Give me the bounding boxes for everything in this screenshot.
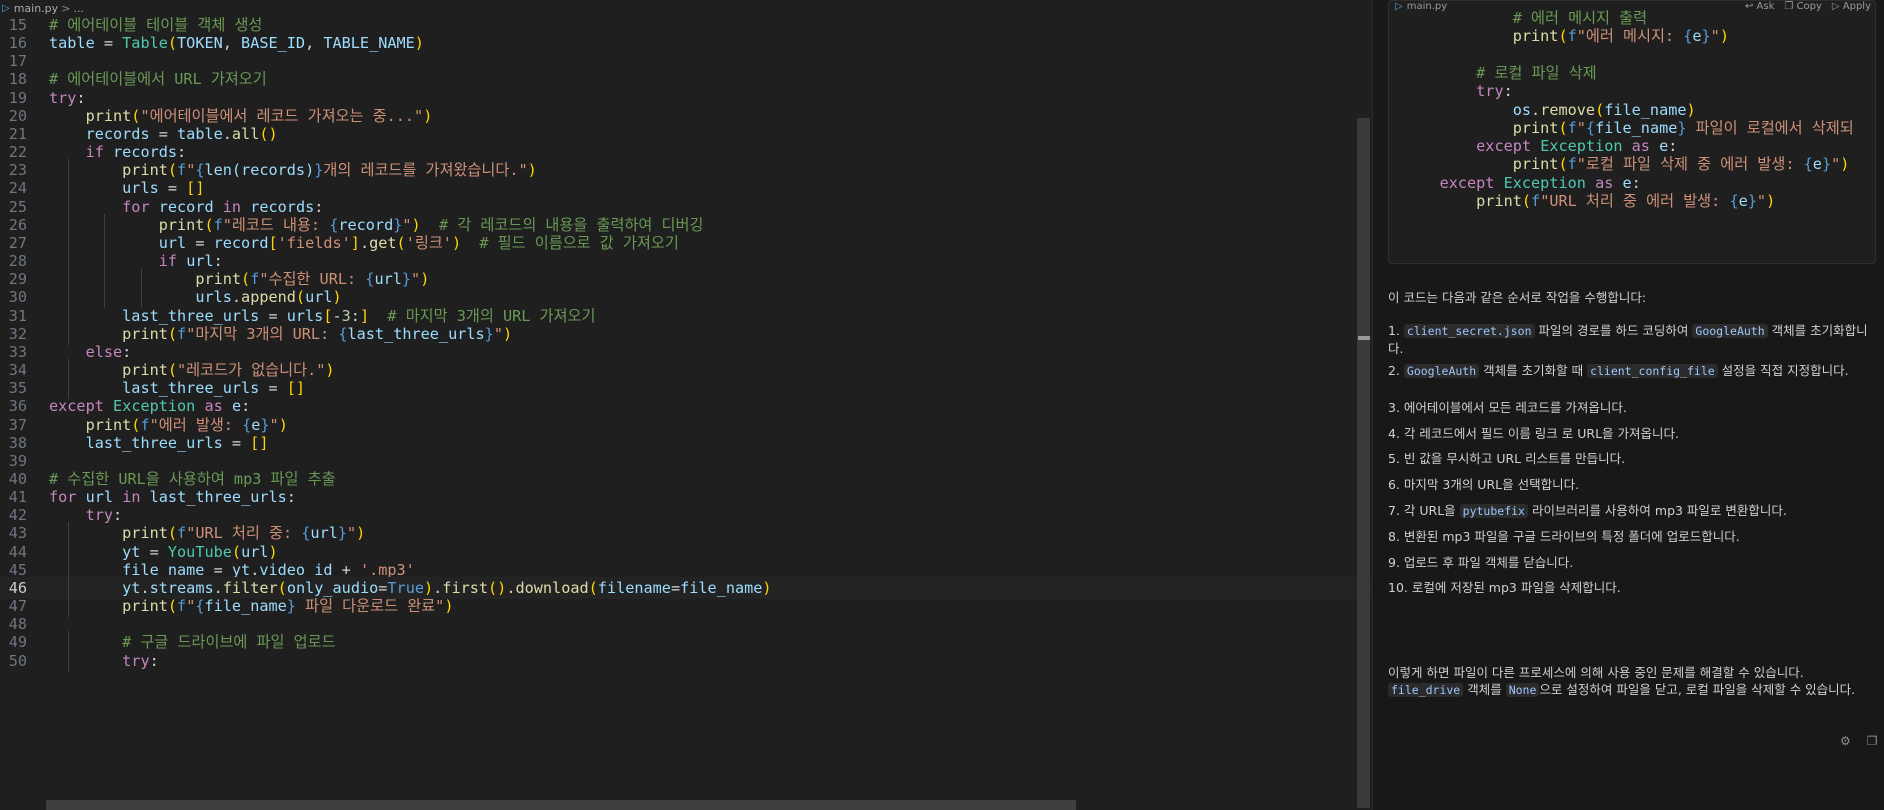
code-text[interactable]: try: [49, 650, 159, 672]
code-block-line: print(f"URL 처리 중 에러 발생: {e}") [1476, 192, 1776, 210]
step-item: 1. client_secret.json 파일의 경로를 하드 코딩하여 Go… [1388, 323, 1868, 356]
settings-icon[interactable]: ⚙ [1840, 734, 1851, 748]
line-number: 50 [8, 651, 27, 670]
inline-code: pytubefix [1459, 504, 1528, 518]
vertical-scrollbar[interactable] [1357, 118, 1370, 808]
python-file-icon: ▷ [2, 2, 10, 14]
inline-code: client_secret.json [1403, 324, 1535, 338]
step-item: 2. GoogleAuth 객체를 초기화할 때 client_config_f… [1388, 363, 1849, 378]
chat-panel: ▷ main.py ↩ Ask ❐ Copy ▷ Apply # 에러 메시지 출… [1388, 0, 1884, 810]
copy-icon[interactable]: ❐ [1867, 734, 1878, 748]
intro-paragraph: 이 코드는 다음과 같은 순서로 작업을 수행합니다: [1388, 290, 1647, 305]
step-item: 5. 빈 값을 무시하고 URL 리스트를 만듭니다. [1388, 451, 1626, 466]
code-editor[interactable]: ▷ main.py > ... 15 # 에어테이블 테이블 객체 생성 16 tab… [0, 0, 1372, 810]
inline-code: client_config_file [1587, 364, 1718, 378]
breadcrumb-rest[interactable]: ... [73, 2, 84, 15]
panel-divider[interactable] [1372, 0, 1389, 810]
step-item: 4. 각 레코드에서 필드 이름 링크 로 URL을 가져옵니다. [1388, 426, 1679, 441]
ask-button[interactable]: ↩ Ask [1745, 1, 1774, 12]
inline-code: None [1505, 683, 1540, 697]
code-line[interactable]: 50 try: [0, 649, 1372, 672]
scrollbar-position-marker [1358, 336, 1370, 340]
inline-code: GoogleAuth [1403, 364, 1480, 378]
copy-button[interactable]: ❐ Copy [1784, 1, 1822, 12]
step-item: 3. 에어테이블에서 모든 레코드를 가져옵니다. [1388, 400, 1627, 415]
step-item: 8. 변환된 mp3 파일을 구글 드라이브의 특정 폴더에 업로드합니다. [1388, 529, 1740, 544]
step-item: 7. 각 URL을 pytubefix 라이브러리를 사용하여 mp3 파일로 … [1388, 503, 1787, 518]
inline-code: GoogleAuth [1692, 324, 1768, 338]
chat-code-block: ▷ main.py ↩ Ask ❐ Copy ▷ Apply # 에러 메시지 출… [1388, 0, 1876, 264]
step-item: 6. 마지막 3개의 URL을 선택합니다. [1388, 477, 1580, 492]
breadcrumb-file[interactable]: main.py [14, 2, 58, 15]
chat-footer-icons: ⚙ ❐ [1840, 734, 1878, 748]
step-item: 10. 로컬에 저장된 mp3 파일을 삭제합니다. [1388, 580, 1621, 595]
python-file-icon: ▷ [1395, 1, 1403, 12]
outro-paragraph: 이렇게 하면 파일이 다른 프로세스에 의해 사용 중인 문제를 해결할 수 있… [1388, 665, 1856, 697]
apply-button[interactable]: ▷ Apply [1832, 1, 1871, 12]
horizontal-scrollbar[interactable] [46, 800, 1076, 810]
code-block-line: print(f"에러 메시지: {e}") [1512, 27, 1729, 46]
breadcrumb-separator: > [61, 1, 71, 15]
step-item: 9. 업로드 후 파일 객체를 닫습니다. [1388, 555, 1574, 570]
inline-code: file_drive [1388, 683, 1464, 697]
